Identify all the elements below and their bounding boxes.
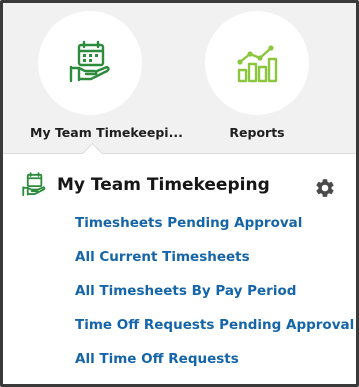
tile-circle — [38, 11, 142, 115]
list-item: Timesheets Pending Approval — [75, 212, 354, 246]
gear-icon[interactable] — [314, 177, 336, 199]
link-all-time-off-requests[interactable]: All Time Off Requests — [75, 351, 239, 367]
timekeeping-links-list: Timesheets Pending Approval All Current … — [75, 212, 354, 382]
list-item: Time Off Requests Pending Approval — [75, 314, 354, 348]
link-timesheets-pending-approval[interactable]: Timesheets Pending Approval — [75, 215, 302, 231]
link-all-timesheets-by-pay-period[interactable]: All Timesheets By Pay Period — [75, 283, 296, 299]
timekeeping-hand-calendar-icon — [69, 40, 110, 83]
tile-circle — [205, 11, 309, 115]
tile-label: Reports — [229, 125, 285, 140]
timekeeping-hand-calendar-icon — [22, 172, 46, 197]
panel-header: My Team Timekeeping — [21, 172, 270, 198]
panel-title: My Team Timekeeping — [57, 175, 270, 195]
link-time-off-requests-pending-approval[interactable]: Time Off Requests Pending Approval — [75, 317, 354, 333]
list-item: All Timesheets By Pay Period — [75, 280, 354, 314]
link-all-current-timesheets[interactable]: All Current Timesheets — [75, 249, 250, 265]
tile-reports[interactable]: Reports — [197, 11, 317, 151]
app-launcher-window: My Team Timekeepi... Reports My Team Tim… — [0, 0, 359, 387]
bar-chart-trend-icon — [237, 45, 278, 83]
timekeeping-submenu-panel: My Team Timekeeping Timesheets Pending A… — [3, 142, 356, 384]
tile-my-team-timekeeping[interactable]: My Team Timekeepi... — [30, 11, 183, 151]
tile-label: My Team Timekeepi... — [30, 125, 183, 140]
list-item: All Current Timesheets — [75, 246, 354, 280]
list-item: All Time Off Requests — [75, 348, 354, 382]
